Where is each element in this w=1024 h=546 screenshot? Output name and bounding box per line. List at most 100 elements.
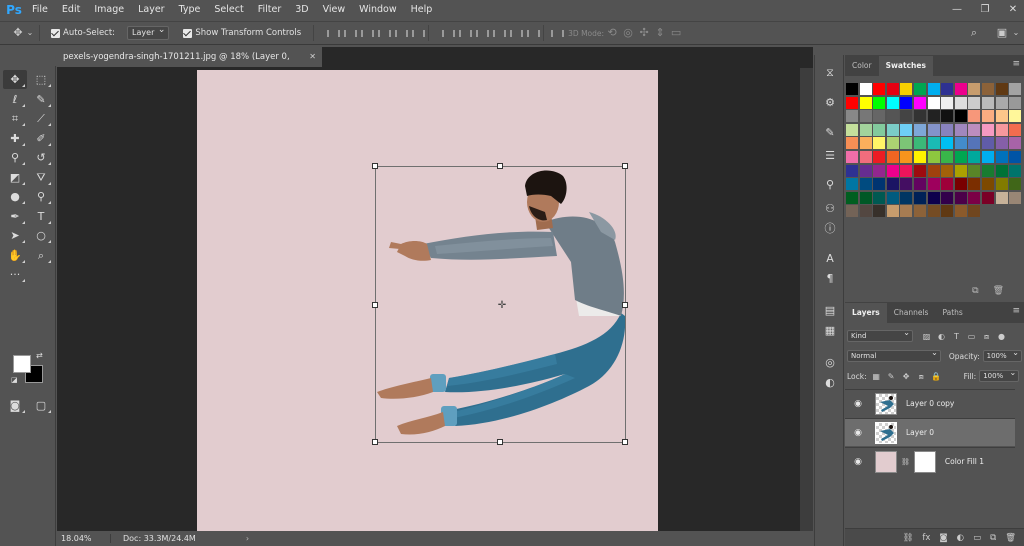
lock-pixels-icon[interactable]: ✎	[886, 371, 897, 382]
color-swatch[interactable]	[995, 178, 1008, 191]
color-swatch[interactable]	[900, 205, 913, 218]
color-swatch[interactable]	[846, 178, 858, 191]
filter-shape-icon[interactable]: ▭	[966, 331, 977, 342]
delete-swatch-icon[interactable]: 🗑	[993, 286, 1004, 301]
color-swatch[interactable]	[913, 83, 926, 95]
color-swatch[interactable]	[886, 83, 899, 95]
color-swatch[interactable]	[913, 123, 926, 136]
color-swatch[interactable]	[846, 191, 858, 204]
color-swatch[interactable]	[913, 150, 926, 163]
color-swatch[interactable]	[913, 164, 926, 177]
more-tools-icon[interactable]: ···	[3, 265, 27, 284]
filter-adjustment-icon[interactable]: ◐	[936, 331, 947, 342]
lock-transparent-icon[interactable]: ▦	[871, 371, 882, 382]
clone-stamp-tool-icon[interactable]: ⚲	[3, 148, 27, 167]
color-swatch[interactable]	[954, 205, 967, 218]
move-tool-icon[interactable]: ✥	[10, 25, 26, 41]
menu-filter[interactable]: Filter	[251, 0, 289, 20]
delete-layer-icon[interactable]: 🗑	[1005, 533, 1016, 543]
color-swatch[interactable]	[995, 123, 1008, 136]
menu-3d[interactable]: 3D	[288, 0, 315, 20]
properties-panel-icon[interactable]: ⚙	[822, 95, 838, 111]
color-swatch[interactable]	[900, 191, 913, 204]
color-swatch[interactable]	[846, 123, 858, 136]
align-left-icon[interactable]	[376, 27, 392, 40]
color-swatch[interactable]	[913, 96, 926, 109]
color-swatch[interactable]	[941, 205, 954, 218]
color-swatch[interactable]	[1009, 178, 1022, 191]
show-transform-checkbox[interactable]	[183, 28, 193, 38]
color-swatch[interactable]	[954, 110, 967, 123]
vertical-scrollbar[interactable]	[800, 68, 813, 531]
panel-menu-icon[interactable]: ≡	[1012, 306, 1020, 316]
menu-help[interactable]: Help	[404, 0, 440, 20]
zoom-tool-icon[interactable]: ⌕	[29, 246, 53, 265]
new-swatch-icon[interactable]: ⧉	[972, 286, 978, 301]
align-top-icon[interactable]	[325, 27, 341, 40]
tab-swatches[interactable]: Swatches	[878, 56, 933, 76]
menu-edit[interactable]: Edit	[55, 0, 87, 20]
brush-tool-icon[interactable]: ✐	[29, 129, 53, 148]
menu-image[interactable]: Image	[87, 0, 131, 20]
color-swatch[interactable]	[886, 164, 899, 177]
distribute-right-icon[interactable]	[525, 27, 541, 40]
3d-scale-icon[interactable]: ▭	[668, 25, 684, 41]
filter-pixel-icon[interactable]: ▨	[921, 331, 932, 342]
notes-panel-icon[interactable]: ▦	[822, 323, 838, 339]
color-swatch[interactable]	[968, 191, 981, 204]
tab-color[interactable]: Color	[845, 56, 879, 76]
distribute-vcenter-icon[interactable]	[457, 27, 473, 40]
transform-handle-bottom-left[interactable]	[372, 439, 378, 445]
color-swatch[interactable]	[981, 110, 994, 123]
zoom-level[interactable]: 18.04%	[57, 534, 111, 543]
link-layers-icon[interactable]: ⛓	[903, 533, 914, 543]
color-swatch[interactable]	[846, 205, 858, 218]
foreground-color-swatch[interactable]	[13, 355, 31, 373]
color-swatch[interactable]	[886, 178, 899, 191]
swap-colors-icon[interactable]: ⇄	[36, 351, 45, 360]
color-swatch[interactable]	[873, 83, 886, 95]
color-swatch[interactable]	[968, 164, 981, 177]
color-swatch[interactable]	[968, 123, 981, 136]
search-icon[interactable]: ⌕	[966, 25, 982, 41]
close-button[interactable]: ✕	[1006, 4, 1020, 16]
color-swatch[interactable]	[968, 150, 981, 163]
color-swatch[interactable]	[913, 205, 926, 218]
paint-bucket-tool-icon[interactable]: ⛛	[29, 168, 53, 187]
tab-layers[interactable]: Layers	[845, 303, 887, 323]
color-swatch[interactable]	[941, 110, 954, 123]
color-swatch[interactable]	[913, 137, 926, 150]
color-swatch[interactable]	[941, 191, 954, 204]
color-swatch[interactable]	[859, 96, 872, 109]
color-swatch[interactable]	[927, 191, 940, 204]
color-swatch[interactable]	[900, 164, 913, 177]
color-swatch[interactable]	[968, 178, 981, 191]
add-mask-icon[interactable]: ◙	[939, 533, 947, 543]
crop-tool-icon[interactable]: ⌗	[3, 109, 27, 128]
color-swatch[interactable]	[859, 178, 872, 191]
color-swatch[interactable]	[900, 150, 913, 163]
workspace-chevron-icon[interactable]: ⌄	[1008, 25, 1024, 41]
brush-panel-icon[interactable]: ✎	[822, 125, 838, 141]
color-swatch[interactable]	[1009, 137, 1022, 150]
path-select-tool-icon[interactable]: ➤	[3, 226, 27, 245]
eraser-tool-icon[interactable]: ◩	[3, 168, 27, 187]
color-swatch[interactable]	[981, 96, 994, 109]
color-swatch[interactable]	[981, 191, 994, 204]
color-swatch[interactable]	[941, 137, 954, 150]
color-swatch[interactable]	[968, 96, 981, 109]
color-swatch[interactable]	[941, 164, 954, 177]
filter-type-icon[interactable]: T	[951, 331, 962, 342]
color-swatch[interactable]	[859, 123, 872, 136]
styles-panel-icon[interactable]: ◐	[822, 375, 838, 391]
color-swatch[interactable]	[873, 96, 886, 109]
tool-preset-chevron-icon[interactable]: ⌄	[26, 25, 34, 41]
color-swatch[interactable]	[941, 123, 954, 136]
filter-kind-dropdown[interactable]: Kind	[847, 328, 913, 342]
new-group-icon[interactable]: ▭	[973, 533, 981, 543]
color-swatch[interactable]	[981, 83, 994, 95]
color-swatch[interactable]	[873, 191, 886, 204]
fill-field[interactable]: 100%	[979, 368, 1020, 382]
align-bottom-icon[interactable]	[359, 27, 375, 40]
distribute-hcenter-icon[interactable]	[508, 27, 524, 40]
